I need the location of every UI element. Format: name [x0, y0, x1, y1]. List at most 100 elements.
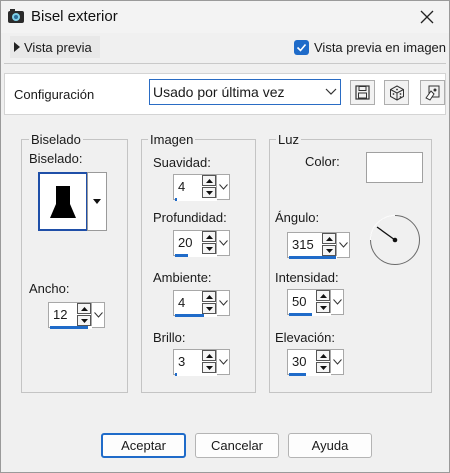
ambience-slider-track[interactable] — [175, 314, 217, 317]
spinner-arrows — [202, 231, 216, 254]
save-preset-button[interactable] — [350, 80, 375, 105]
arrow-up-icon — [205, 234, 213, 239]
preview-on-image-checkbox[interactable]: Vista previa en imagen — [294, 40, 446, 55]
cancel-button[interactable]: Cancelar — [195, 433, 279, 458]
image-group-title: Imagen — [148, 132, 196, 147]
chevron-down-icon — [218, 300, 228, 306]
intensity-spinner[interactable]: 50 — [287, 289, 349, 316]
chevron-down-icon — [93, 312, 103, 318]
shininess-spinner[interactable]: 3 — [173, 349, 235, 376]
dice-icon — [389, 84, 404, 101]
elevation-slider-track[interactable] — [289, 373, 331, 376]
smoothness-slider-track[interactable] — [175, 198, 217, 201]
smoothness-dropdown[interactable] — [217, 174, 230, 200]
decrement-button[interactable] — [316, 302, 330, 313]
decrement-button[interactable] — [322, 245, 336, 256]
preset-manager-button[interactable] — [420, 80, 445, 105]
ok-button[interactable]: Aceptar — [101, 433, 186, 458]
increment-button[interactable] — [202, 291, 216, 302]
reset-default-button[interactable] — [384, 80, 409, 105]
arrow-down-icon — [319, 305, 327, 310]
arrow-down-icon — [205, 246, 213, 251]
light-color-swatch[interactable] — [366, 152, 423, 183]
depth-value: 20 — [178, 235, 193, 250]
decrement-button[interactable] — [202, 362, 216, 373]
arrow-up-icon — [319, 293, 327, 298]
arrow-down-icon — [319, 365, 327, 370]
increment-button[interactable] — [322, 233, 336, 244]
elevation-dropdown[interactable] — [331, 349, 344, 375]
spinner-arrows — [202, 350, 216, 373]
bevel-shape-preview[interactable] — [38, 172, 88, 231]
intensity-slider-track[interactable] — [289, 313, 331, 316]
preset-select-value: Usado por última vez — [153, 84, 285, 100]
increment-button[interactable] — [202, 350, 216, 361]
decrement-button[interactable] — [202, 243, 216, 254]
elevation-label: Elevación: — [275, 330, 335, 345]
intensity-slider-fill — [289, 313, 313, 316]
ambience-dropdown[interactable] — [217, 290, 230, 316]
shininess-value: 3 — [178, 354, 186, 369]
width-slider-track[interactable] — [50, 326, 92, 329]
spinner-arrows — [316, 350, 330, 373]
title-bar[interactable]: Bisel exterior — [1, 1, 449, 33]
chevron-down-icon — [218, 359, 228, 365]
depth-spinner[interactable]: 20 — [173, 230, 235, 257]
bevel-shape-dropdown[interactable] — [87, 172, 107, 231]
depth-label: Profundidad: — [153, 210, 227, 225]
depth-dropdown[interactable] — [217, 230, 230, 256]
elevation-spinner[interactable]: 30 — [287, 349, 349, 376]
arrow-up-icon — [80, 306, 88, 311]
chevron-down-icon — [332, 359, 342, 365]
smoothness-spinner[interactable]: 4 — [173, 174, 235, 201]
bevel-shape-icon — [50, 186, 76, 218]
width-slider-fill — [50, 326, 88, 329]
decrement-button[interactable] — [77, 315, 91, 326]
spinner-arrows — [202, 175, 216, 198]
depth-slider-track[interactable] — [175, 254, 217, 257]
angle-dial[interactable] — [369, 214, 421, 266]
intensity-value: 50 — [292, 294, 307, 309]
angle-dropdown[interactable] — [337, 232, 350, 258]
increment-button[interactable] — [202, 231, 216, 242]
increment-button[interactable] — [77, 303, 91, 314]
decrement-button[interactable] — [316, 362, 330, 373]
intensity-label: Intensidad: — [275, 270, 339, 285]
chevron-down-icon — [338, 242, 348, 248]
increment-button[interactable] — [202, 175, 216, 186]
arrow-down-icon — [205, 190, 213, 195]
width-dropdown[interactable] — [92, 302, 105, 328]
help-button[interactable]: Ayuda — [288, 433, 372, 458]
arrow-down-icon — [205, 365, 213, 370]
angle-slider-fill — [289, 256, 337, 259]
increment-button[interactable] — [316, 290, 330, 301]
preset-select[interactable]: Usado por última vez — [149, 79, 341, 105]
preview-toggle-label: Vista previa — [24, 39, 92, 55]
increment-button[interactable] — [316, 350, 330, 361]
intensity-dropdown[interactable] — [331, 289, 344, 315]
arrow-up-icon — [325, 236, 333, 241]
width-spinner[interactable]: 12 — [48, 302, 110, 329]
app-icon — [8, 9, 24, 23]
chevron-down-icon — [332, 299, 342, 305]
preview-on-image-label: Vista previa en imagen — [314, 40, 447, 55]
ambience-spinner[interactable]: 4 — [173, 290, 235, 317]
angle-slider-track[interactable] — [289, 256, 337, 259]
angle-label: Ángulo: — [275, 210, 320, 225]
elevation-slider-fill — [289, 373, 306, 376]
decrement-button[interactable] — [202, 303, 216, 314]
ok-button-label: Aceptar — [121, 438, 166, 453]
arrow-down-icon — [325, 248, 333, 253]
angle-spinner[interactable]: 315 — [287, 232, 350, 259]
bevel-shape-label: Biselado: — [29, 151, 83, 166]
angle-value: 315 — [292, 237, 314, 252]
smoothness-label: Suavidad: — [153, 155, 211, 170]
decrement-button[interactable] — [202, 187, 216, 198]
preview-toggle[interactable]: Vista previa — [10, 36, 100, 58]
shininess-dropdown[interactable] — [217, 349, 230, 375]
shininess-slider-track[interactable] — [175, 373, 217, 376]
close-button[interactable] — [405, 1, 449, 33]
bevel-group-title: Biselado — [29, 132, 83, 147]
preset-label: Configuración — [14, 87, 95, 102]
spinner-arrows — [202, 291, 216, 314]
